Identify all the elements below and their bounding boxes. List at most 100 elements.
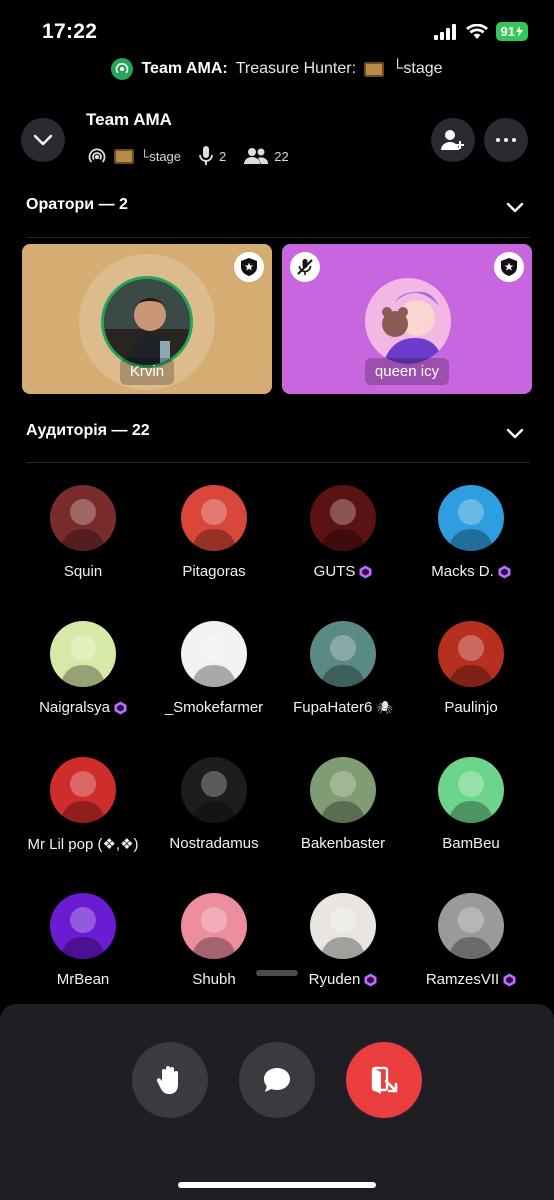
divider [26,462,530,463]
audience-member[interactable]: Macks D. [402,485,540,580]
audience-member-name: Squin [64,563,102,580]
raise-hand-button[interactable] [132,1042,208,1118]
chevron-down-icon [33,134,53,146]
speakers-collapse-button[interactable] [506,200,524,218]
audience-member[interactable]: GUTS [274,485,412,580]
member-name-label: GUTS [313,563,356,580]
battery-indicator: 91 [495,22,528,41]
audience-member[interactable]: Bakenbaster [274,757,412,852]
nitro-boost-icon [498,565,511,579]
audience-member-name: FupaHater6 🕷 [293,699,393,716]
audience-member[interactable]: FupaHater6 🕷 [274,621,412,716]
member-name-label: Nostradamus [169,835,259,852]
chat-button[interactable] [239,1042,315,1118]
member-name-label: Paulinjo [444,699,498,716]
home-indicator [178,1182,376,1188]
avatar-guts [310,485,376,551]
avatar-smokefarmer [181,621,247,687]
nitro-boost-icon [364,973,377,987]
divider [26,237,530,238]
charging-icon [516,26,523,37]
spider-icon: 🕷 [376,699,393,715]
stage-channel: └stage [140,148,182,164]
avatar-squin [50,485,116,551]
audience-member[interactable]: _Smokefarmer [145,621,283,716]
battery-level: 91 [500,24,515,39]
speaker-name: queen icy [364,358,450,385]
live-stage-icon [111,58,134,80]
audience-member-name: GUTS [314,563,373,580]
audience-member-name: Paulinjo [444,699,497,716]
member-name-label: RamzesVII [425,971,500,988]
avatar-macks [438,485,504,551]
avatar-ryuden [310,893,376,959]
speaker-card[interactable]: Krvin [22,244,272,394]
avatar-bakenbaster [310,757,376,823]
collapse-button[interactable] [21,118,65,162]
avatar-naigralsya [50,621,116,687]
stage-icon [88,148,106,163]
avatar-ramzes [438,893,504,959]
speakers-section-title: Оратори — 2 [26,196,128,213]
signal-icon [433,23,456,40]
audience-member-name: Naigralsya [39,699,127,716]
chat-bubble-icon [264,1068,290,1092]
audience-member-name: Macks D. [431,563,511,580]
audience-member[interactable]: Pitagoras [145,485,283,580]
banner-suffix: └stage [392,60,443,77]
nitro-boost-icon [114,701,127,715]
avatar-bambeu [438,757,504,823]
audience-member[interactable]: Squin [14,485,152,580]
shield-star-icon [501,258,517,276]
audience-member[interactable]: MrBean [14,893,152,988]
audience-member-name: Pitagoras [182,563,245,580]
listeners-count: 22 [274,148,289,164]
avatar [101,276,193,368]
member-name-label: Pitagoras [182,563,246,580]
status-time: 17:22 [42,20,98,43]
drag-handle[interactable] [256,970,298,976]
chevron-down-icon [506,202,524,213]
audience-member[interactable]: Mr Lil pop (❖,❖) [14,757,152,853]
live-stage-banner[interactable]: Team AMA: Treasure Hunter: └stage [0,58,554,80]
audience-member[interactable]: Nostradamus [145,757,283,852]
member-name-label: Shubh [192,971,236,988]
audience-member[interactable]: RamzesVII [402,893,540,988]
status-icons: 91 [433,22,528,41]
avatar-fupahater [310,621,376,687]
more-options-button[interactable] [484,118,528,162]
leave-button[interactable] [346,1042,422,1118]
shield-star-icon [241,258,257,276]
audience-member[interactable]: Paulinjo [402,621,540,716]
people-icon [244,148,269,164]
add-user-icon [441,130,464,150]
mic-muted-icon [297,259,313,275]
audience-collapse-button[interactable] [506,426,524,444]
member-name-label: Ryuden [308,971,361,988]
audience-member[interactable]: BamBeu [402,757,540,852]
nitro-boost-icon [359,565,372,579]
chevron-down-icon [506,428,524,439]
avatar-paulinjo [438,621,504,687]
nitro-boost-icon [503,973,516,987]
banner-subtitle: Treasure Hunter: [235,60,357,77]
speaker-card[interactable]: queen icy [282,244,532,394]
member-name-label: Naigralsya [39,699,110,716]
banner-title: Team AMA: [141,60,228,77]
member-name-label: FupaHater6 [293,699,373,716]
member-name-label: Squin [63,563,103,580]
invite-button[interactable] [431,118,475,162]
audience-member-name: MrBean [57,971,110,988]
member-name-label: BamBeu [442,835,500,852]
moderator-badge [234,252,264,282]
audience-member-name: BamBeu [442,835,500,852]
stage-title: Team AMA [86,110,172,129]
avatar [365,278,451,364]
control-panel [0,1004,554,1200]
avatar-pitagoras [181,485,247,551]
muted-badge [290,252,320,282]
audience-member[interactable]: Naigralsya [14,621,152,716]
leave-stage-icon [371,1066,398,1094]
member-name-label: Mr Lil pop (❖,❖) [27,836,139,853]
treasure-chest-icon [114,148,134,164]
